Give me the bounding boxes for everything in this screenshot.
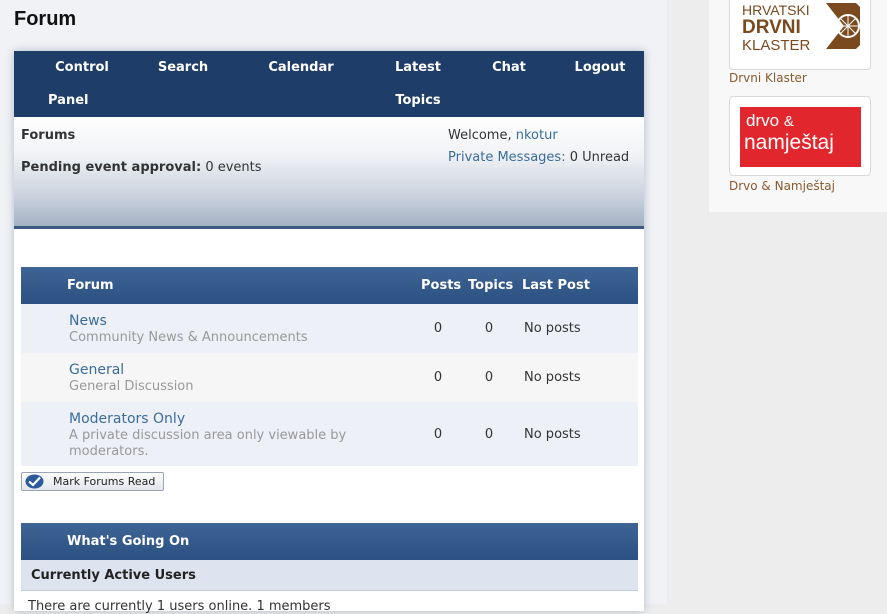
column-topics: Topics xyxy=(468,278,514,293)
column-posts: Posts xyxy=(421,278,462,293)
whats-going-on-header: What's Going On xyxy=(21,523,638,560)
active-users-text: There are currently 1 users online. 1 me… xyxy=(28,599,331,614)
navbar: Control Panel Search Calendar Latest Top… xyxy=(14,51,644,117)
nav-latest-topics-line1: Latest xyxy=(394,60,442,75)
username-link[interactable]: nkotur xyxy=(516,128,558,143)
column-forum: Forum xyxy=(67,278,114,293)
forum-desc: A private discussion area only viewable … xyxy=(69,428,347,459)
forum-name-moderators[interactable]: Moderators Only xyxy=(69,411,185,427)
forum-desc: General Discussion xyxy=(69,379,194,394)
currently-active-users-header: Currently Active Users xyxy=(21,560,638,591)
forum-row-general: General General Discussion 0 0 No posts xyxy=(21,353,638,402)
logo-line1: HRVATSKI xyxy=(742,2,810,18)
currently-active-users-title: Currently Active Users xyxy=(31,568,196,583)
pending-label: Pending event approval: xyxy=(21,160,202,175)
logo-line2: DRVNI xyxy=(742,17,801,38)
breadcrumb-forums[interactable]: Forums xyxy=(21,128,75,143)
nav-latest-topics-line2: Topics xyxy=(395,93,441,108)
topics-count: 0 xyxy=(484,321,494,336)
last-post: No posts xyxy=(524,370,581,385)
private-messages-link[interactable]: Private Messages: xyxy=(448,150,566,165)
forum-row-news: News Community News & Announcements 0 0 … xyxy=(21,304,638,353)
nav-search[interactable]: Search xyxy=(154,51,212,84)
nav-logout[interactable]: Logout xyxy=(573,51,627,84)
checkmark-icon xyxy=(25,474,44,489)
last-post: No posts xyxy=(524,321,581,336)
mark-forums-read-label: Mark Forums Read xyxy=(53,475,156,488)
sponsor-caption-drvo-namjestaj[interactable]: Drvo & Namještaj xyxy=(729,179,835,193)
logo-text-drvo: drvo xyxy=(746,111,780,130)
nav-control-panel[interactable]: Control Panel xyxy=(48,51,116,117)
forum-row-moderators: Moderators Only A private discussion are… xyxy=(21,402,638,466)
forum-name-news[interactable]: News xyxy=(69,313,107,329)
pending-value: 0 events xyxy=(205,160,262,175)
nav-control-panel-line1: Control xyxy=(55,60,109,75)
drvni-klaster-logo: HRVATSKI DRVNI KLASTER xyxy=(742,2,811,54)
private-messages: Private Messages: 0 Unread xyxy=(448,150,629,165)
sponsor-drvo-namjestaj[interactable]: drvo & namještaj xyxy=(729,96,871,176)
pending-approval: Pending event approval: 0 events xyxy=(21,160,262,175)
posts-count: 0 xyxy=(433,321,443,336)
topics-count: 0 xyxy=(484,427,494,442)
sponsor-drvni-klaster[interactable]: HRVATSKI DRVNI KLASTER xyxy=(729,0,871,70)
nav-control-panel-line2: Panel xyxy=(48,93,89,108)
forum-table-header: Forum Posts Topics Last Post xyxy=(21,267,638,304)
whats-going-on-title: What's Going On xyxy=(67,534,190,549)
mark-forums-read-button[interactable]: Mark Forums Read xyxy=(21,472,164,491)
logo-line3: KLASTER xyxy=(742,37,811,54)
forum-container: Control Panel Search Calendar Latest Top… xyxy=(14,51,644,614)
logo-ampersand: & xyxy=(783,113,794,130)
page-title: Forum xyxy=(14,8,77,30)
last-post: No posts xyxy=(524,427,581,442)
forum-name-general[interactable]: General xyxy=(69,362,124,378)
header-panel: Forums Pending event approval: 0 events … xyxy=(14,117,644,229)
sidebar: HRVATSKI DRVNI KLASTER Drvni Klaster drv… xyxy=(709,0,887,212)
wood-emblem-icon xyxy=(826,3,860,49)
nav-chat[interactable]: Chat xyxy=(488,51,530,84)
drvo-namjestaj-logo: drvo & namještaj xyxy=(740,107,861,167)
private-messages-count: 0 Unread xyxy=(569,150,630,165)
topics-count: 0 xyxy=(484,370,494,385)
sponsor-caption-drvni-klaster[interactable]: Drvni Klaster xyxy=(729,71,807,85)
logo-text-namjestaj: namještaj xyxy=(744,131,834,154)
nav-calendar[interactable]: Calendar xyxy=(266,51,336,84)
forum-desc: Community News & Announcements xyxy=(69,330,308,345)
column-last-post: Last Post xyxy=(522,278,590,293)
welcome-prefix: Welcome, xyxy=(448,128,512,143)
posts-count: 0 xyxy=(433,370,443,385)
posts-count: 0 xyxy=(433,427,443,442)
welcome-message: Welcome, nkotur xyxy=(448,128,558,143)
nav-latest-topics[interactable]: Latest Topics xyxy=(380,51,456,117)
